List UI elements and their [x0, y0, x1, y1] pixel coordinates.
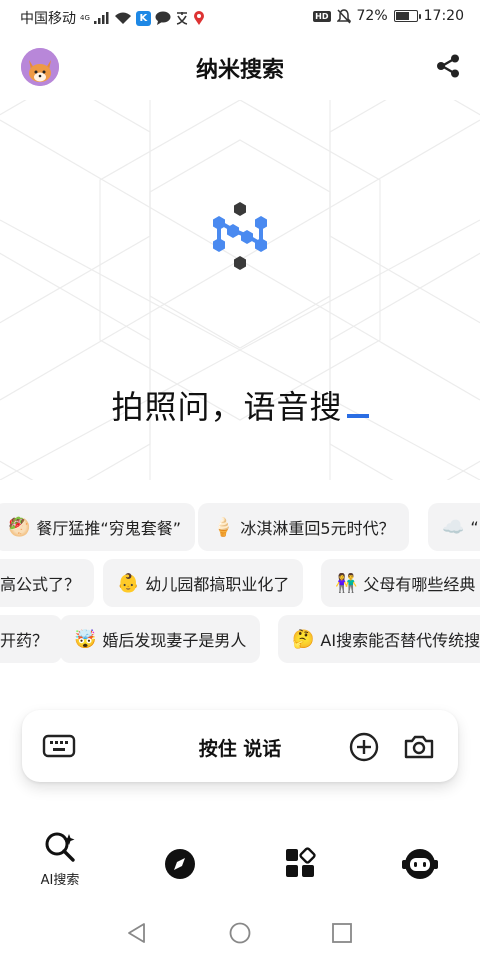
typing-cursor: [346, 414, 369, 418]
apps-icon: [286, 847, 316, 877]
nav-assistant[interactable]: [380, 846, 460, 880]
message-icon: [155, 11, 171, 25]
compass-icon: [165, 849, 195, 879]
status-bar: 中国移动 4G K HD 72% 17:20: [0, 0, 480, 34]
hero-prompt: 拍照问，语音搜: [0, 382, 480, 428]
suggestion-chip[interactable]: 🍦 冰淇淋重回5元时代？: [198, 503, 409, 551]
nav-discover[interactable]: [140, 848, 220, 880]
suggestion-chip[interactable]: ☁️ “: [428, 503, 480, 551]
hold-to-talk-button[interactable]: 按住 说话: [22, 734, 458, 761]
nano-logo-icon: [213, 202, 267, 270]
share-icon: [437, 54, 459, 78]
nav-ai-search[interactable]: AI搜索: [20, 830, 100, 888]
suggestion-row-3: 开药？ 🤯 婚后发现妻子是男人 🤔 AI搜索能否替代传统搜: [0, 615, 480, 663]
suggestion-chip[interactable]: 👶 幼儿园都搞职业化了: [103, 559, 304, 607]
camera-button[interactable]: [402, 731, 436, 763]
voice-input-bar: 按住 说话: [22, 710, 458, 782]
wifi-icon: [114, 12, 132, 25]
nav-label-ai-search: AI搜索: [40, 873, 80, 888]
suggestion-chip[interactable]: 🤯 婚后发现妻子是男人: [60, 615, 261, 663]
hero-section: 拍照问，语音搜: [0, 100, 480, 480]
app-header: 纳米搜索: [0, 34, 480, 100]
ai-search-icon: [45, 832, 75, 862]
bottom-navigation: AI搜索: [0, 820, 480, 900]
system-navigation-bar: [0, 905, 480, 960]
suggestion-row-2: 高公式了？ 👶 幼儿园都搞职业化了 👫 父母有哪些经典: [0, 559, 480, 607]
mute-icon: [336, 8, 351, 24]
robot-icon: [402, 849, 438, 879]
home-icon[interactable]: [229, 922, 251, 944]
nav-apps[interactable]: [260, 847, 340, 879]
back-icon[interactable]: [126, 922, 148, 944]
suggestion-row-1: 🥙 餐厅猛推“穷鬼套餐” 🍦 冰淇淋重回5元时代？ ☁️ “: [0, 503, 480, 551]
k-app-icon: K: [135, 10, 151, 26]
hd-badge: HD: [313, 10, 331, 22]
translate-icon: [175, 11, 189, 25]
signal-icon: [93, 12, 110, 24]
add-button[interactable]: [348, 731, 380, 763]
suggestion-chip[interactable]: 👫 父母有哪些经典: [321, 559, 480, 607]
battery-percent: 72%: [356, 8, 388, 24]
page-title: 纳米搜索: [195, 58, 284, 83]
location-app-icon: [193, 10, 205, 26]
suggestion-chip[interactable]: 🤔 AI搜索能否替代传统搜: [278, 615, 480, 663]
suggestion-chip[interactable]: 开药？: [0, 615, 63, 663]
share-button[interactable]: [434, 52, 462, 80]
network-type: 4G: [80, 14, 90, 22]
recents-icon[interactable]: [331, 922, 353, 944]
clock: 17:20: [423, 8, 464, 24]
plus-circle-icon: [349, 732, 379, 762]
carrier-label: 中国移动: [20, 11, 76, 27]
battery-icon: [393, 10, 421, 22]
suggestion-chip[interactable]: 高公式了？: [0, 559, 95, 607]
hero-prompt-text: 拍照问，语音搜: [111, 388, 343, 426]
suggestion-chip[interactable]: 🥙 餐厅猛推“穷鬼套餐”: [0, 503, 196, 551]
camera-icon: [404, 735, 434, 759]
